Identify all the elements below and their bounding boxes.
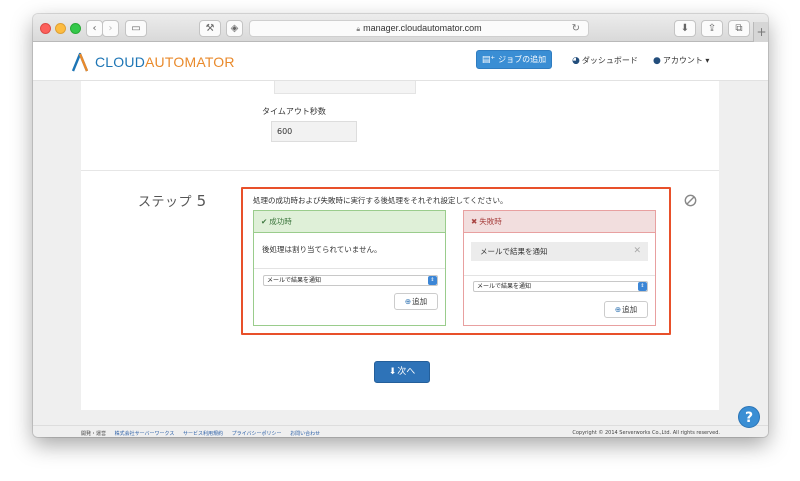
logo-text-automator: AUTOMATOR (145, 54, 235, 70)
success-add-label: 追加 (412, 297, 428, 306)
tools-button[interactable]: ⚒ (199, 20, 221, 37)
browser-toolbar: ‹ › ▭ ⚒ ◈ 🔒︎ manager.cloudautomator.com ↻… (33, 14, 768, 42)
account-menu[interactable]: ● アカウント ▾ (653, 55, 709, 66)
job-form-card: タイムアウト秒数 600 ステップ 5 処理の成功時および失敗時に実行する後処理… (81, 81, 719, 410)
failure-select-value: メールで結果を通知 (477, 283, 532, 290)
downloads-button[interactable]: ⬇ (674, 20, 696, 37)
success-title: 成功時 (269, 217, 292, 226)
add-job-label: ジョブの追加 (498, 55, 547, 64)
url-text: manager.cloudautomator.com (363, 23, 482, 33)
failure-add-button[interactable]: ⊕追加 (604, 301, 648, 318)
footer-contact-link[interactable]: お問い合わせ (290, 431, 320, 437)
success-action-select[interactable]: メールで結果を通知 ⇕ (263, 275, 438, 286)
file-plus-icon: ▤⁺ (481, 55, 496, 65)
timeout-label: タイムアウト秒数 (262, 107, 326, 116)
logo-text-cloud: CLOUD (95, 54, 146, 70)
sidebar-toggle-button[interactable]: ▭ (125, 20, 147, 37)
tabs-button[interactable]: ⧉ (728, 20, 750, 37)
new-tab-button[interactable]: + (753, 22, 768, 42)
success-panel-header: ✔ 成功時 (254, 211, 445, 233)
help-button[interactable]: ? (738, 406, 760, 428)
next-label: 次へ (397, 367, 416, 377)
minimize-window-button[interactable] (55, 23, 66, 34)
chevron-updown-icon: ⇕ (428, 276, 437, 285)
ban-icon[interactable] (684, 194, 697, 207)
zoom-window-button[interactable] (70, 23, 81, 34)
success-add-button[interactable]: ⊕追加 (394, 293, 438, 310)
post-process-description: 処理の成功時および失敗時に実行する後処理をそれぞれ設定してください。 (253, 196, 508, 205)
account-label: アカウント ▾ (662, 56, 710, 65)
copyright-text: Copyright © 2014 Serverworks Co.,Ltd. Al… (572, 430, 720, 436)
user-icon: ● (653, 56, 661, 66)
failure-add-label: 追加 (622, 305, 638, 314)
step-label-prefix: ステップ (138, 195, 193, 210)
tachometer-icon: ◕ (572, 56, 580, 66)
plus-circle-icon: ⊕ (614, 305, 622, 314)
lock-icon: 🔒︎ (356, 26, 361, 33)
step-number: 5 (196, 192, 207, 210)
add-job-button[interactable]: ▤⁺ ジョブの追加 (476, 50, 552, 69)
failure-panel-header: ✖ 失敗時 (464, 211, 655, 233)
previous-field-input[interactable] (274, 81, 416, 94)
footer-privacy-link[interactable]: プライバシーポリシー (232, 431, 282, 437)
success-select-value: メールで結果を通知 (267, 277, 322, 284)
assigned-post-process-item: メールで結果を通知 ✕ (471, 242, 648, 261)
dashboard-label: ダッシュボード (581, 56, 638, 65)
page-footer: 開発・運営 株式会社サーバーワークス サービス利用規約 プライバシーポリシー お… (33, 425, 768, 437)
app-header: CLOUDAUTOMATOR ▤⁺ ジョブの追加 ◕ ダッシュボード ● アカウント … (33, 42, 768, 81)
remove-icon[interactable]: ✕ (633, 242, 641, 261)
footer-devops-text: 開発・運営 (81, 431, 107, 437)
reload-icon[interactable]: ↻ (572, 21, 580, 36)
section-divider (81, 170, 719, 171)
question-icon: ? (744, 410, 754, 426)
footer-links: 開発・運営 株式会社サーバーワークス サービス利用規約 プライバシーポリシー お… (81, 430, 327, 437)
dashboard-link[interactable]: ◕ ダッシュボード (572, 55, 638, 66)
footer-company-link[interactable]: 株式会社サーバーワークス (115, 431, 175, 437)
sidebar-icon: ▭ (131, 23, 141, 34)
close-window-button[interactable] (40, 23, 51, 34)
shield-icon: ◈ (230, 23, 239, 34)
back-button[interactable]: ‹ (86, 20, 103, 37)
check-circle-icon: ✔ (261, 217, 268, 226)
forward-button[interactable]: › (102, 20, 119, 37)
footer-terms-link[interactable]: サービス利用規約 (183, 431, 223, 437)
success-panel: ✔ 成功時 後処理は割り当てられていません。 メールで結果を通知 ⇕ ⊕追加 (253, 210, 446, 326)
share-icon: ⇪ (707, 23, 717, 34)
assigned-item-label: メールで結果を通知 (480, 247, 548, 256)
browser-window: ‹ › ▭ ⚒ ◈ 🔒︎ manager.cloudautomator.com ↻… (33, 14, 768, 437)
step-label: ステップ 5 (138, 191, 207, 210)
next-button[interactable]: ⬇次へ (374, 361, 430, 383)
main-content: タイムアウト秒数 600 ステップ 5 処理の成功時および失敗時に実行する後処理… (33, 81, 768, 425)
post-process-highlight: 処理の成功時および失敗時に実行する後処理をそれぞれ設定してください。 ✔ 成功時 … (241, 187, 671, 335)
address-bar[interactable]: 🔒︎ manager.cloudautomator.com ↻ (249, 20, 589, 37)
failure-separator (464, 275, 655, 276)
privacy-button[interactable]: ◈ (226, 20, 243, 37)
timeout-input[interactable]: 600 (271, 121, 357, 142)
arrow-circle-down-icon: ⬇ (388, 367, 397, 377)
cloudautomator-logo-icon (71, 52, 89, 72)
chevron-updown-icon: ⇕ (638, 282, 647, 291)
share-button[interactable]: ⇪ (701, 20, 723, 37)
x-icon: ✖ (471, 217, 478, 226)
no-post-process-text: 後処理は割り当てられていません。 (262, 245, 382, 254)
tabs-icon: ⧉ (735, 23, 743, 34)
download-icon: ⬇ (680, 23, 690, 34)
plus-circle-icon: ⊕ (404, 297, 412, 306)
failure-title: 失敗時 (479, 217, 502, 226)
logo-text[interactable]: CLOUDAUTOMATOR (95, 54, 235, 70)
success-separator (254, 268, 445, 269)
failure-action-select[interactable]: メールで結果を通知 ⇕ (473, 281, 648, 292)
wrench-icon: ⚒ (205, 23, 215, 34)
failure-panel: ✖ 失敗時 メールで結果を通知 ✕ メールで結果を通知 ⇕ ⊕追加 (463, 210, 656, 326)
